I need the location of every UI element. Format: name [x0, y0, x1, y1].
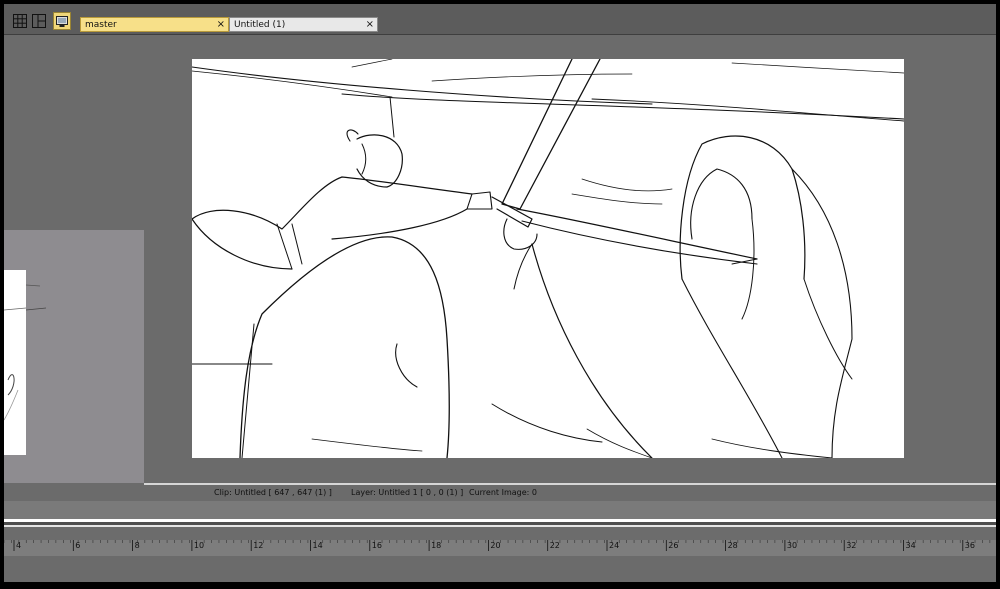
viewer-area: [4, 35, 996, 483]
current-image-info: Current Image: 0: [469, 488, 537, 497]
ruler-label: 30: [786, 541, 798, 550]
thumbnail-overflow-lines: [25, 284, 47, 311]
timeline-track-area[interactable]: [4, 556, 996, 582]
grid-view-icon[interactable]: [12, 13, 28, 29]
ruler-label: 6: [75, 541, 81, 550]
tab-label: master: [85, 20, 117, 30]
editor-window: master × Untitled (1) × Clip: Untitled […: [4, 4, 996, 582]
storyboard-sketch: [192, 59, 904, 458]
ruler-label: 36: [964, 541, 975, 550]
ruler-label: 28: [727, 541, 738, 550]
ruler-label: 16: [371, 541, 382, 550]
tab-label: Untitled (1): [234, 20, 286, 30]
layer-info: Layer: Untitled 1 [ 0 , 0 (1) ]: [351, 488, 464, 497]
close-icon[interactable]: ×: [366, 18, 374, 31]
clip-info: Clip: Untitled [ 647 , 647 (1) ]: [214, 488, 332, 497]
secondary-view[interactable]: [4, 230, 144, 483]
timeline-ruler[interactable]: 4 6 8 10 12 14 16 18 20 22 24 26 28 30 32 34 36: [4, 540, 996, 556]
layout-panels-icon[interactable]: [31, 13, 47, 29]
ruler-label: 12: [253, 541, 264, 550]
toolbar: master × Untitled (1) ×: [4, 4, 996, 35]
ruler-label: 26: [668, 541, 679, 550]
tab-untitled[interactable]: Untitled (1) ×: [229, 17, 378, 32]
tab-master[interactable]: master ×: [80, 17, 229, 32]
timeline-header: [4, 527, 996, 540]
panel-gap: [4, 501, 996, 519]
monitor-button[interactable]: [53, 12, 71, 30]
ruler-label: 32: [846, 541, 857, 550]
ruler-label: 18: [431, 541, 442, 550]
monitor-icon: [55, 14, 69, 33]
ruler-label: 22: [549, 541, 560, 550]
ruler-label: 20: [490, 541, 501, 550]
ruler-label: 34: [905, 541, 916, 550]
main-canvas[interactable]: [192, 59, 904, 458]
status-bar: Clip: Untitled [ 647 , 647 (1) ] Layer: …: [4, 485, 996, 501]
ruler-label: 14: [312, 541, 323, 550]
ruler-label: 10: [193, 541, 205, 550]
ruler-label: 8: [134, 541, 140, 550]
close-icon[interactable]: ×: [217, 18, 225, 31]
ruler-label: 4: [16, 541, 22, 550]
ruler-label: 24: [609, 541, 620, 550]
